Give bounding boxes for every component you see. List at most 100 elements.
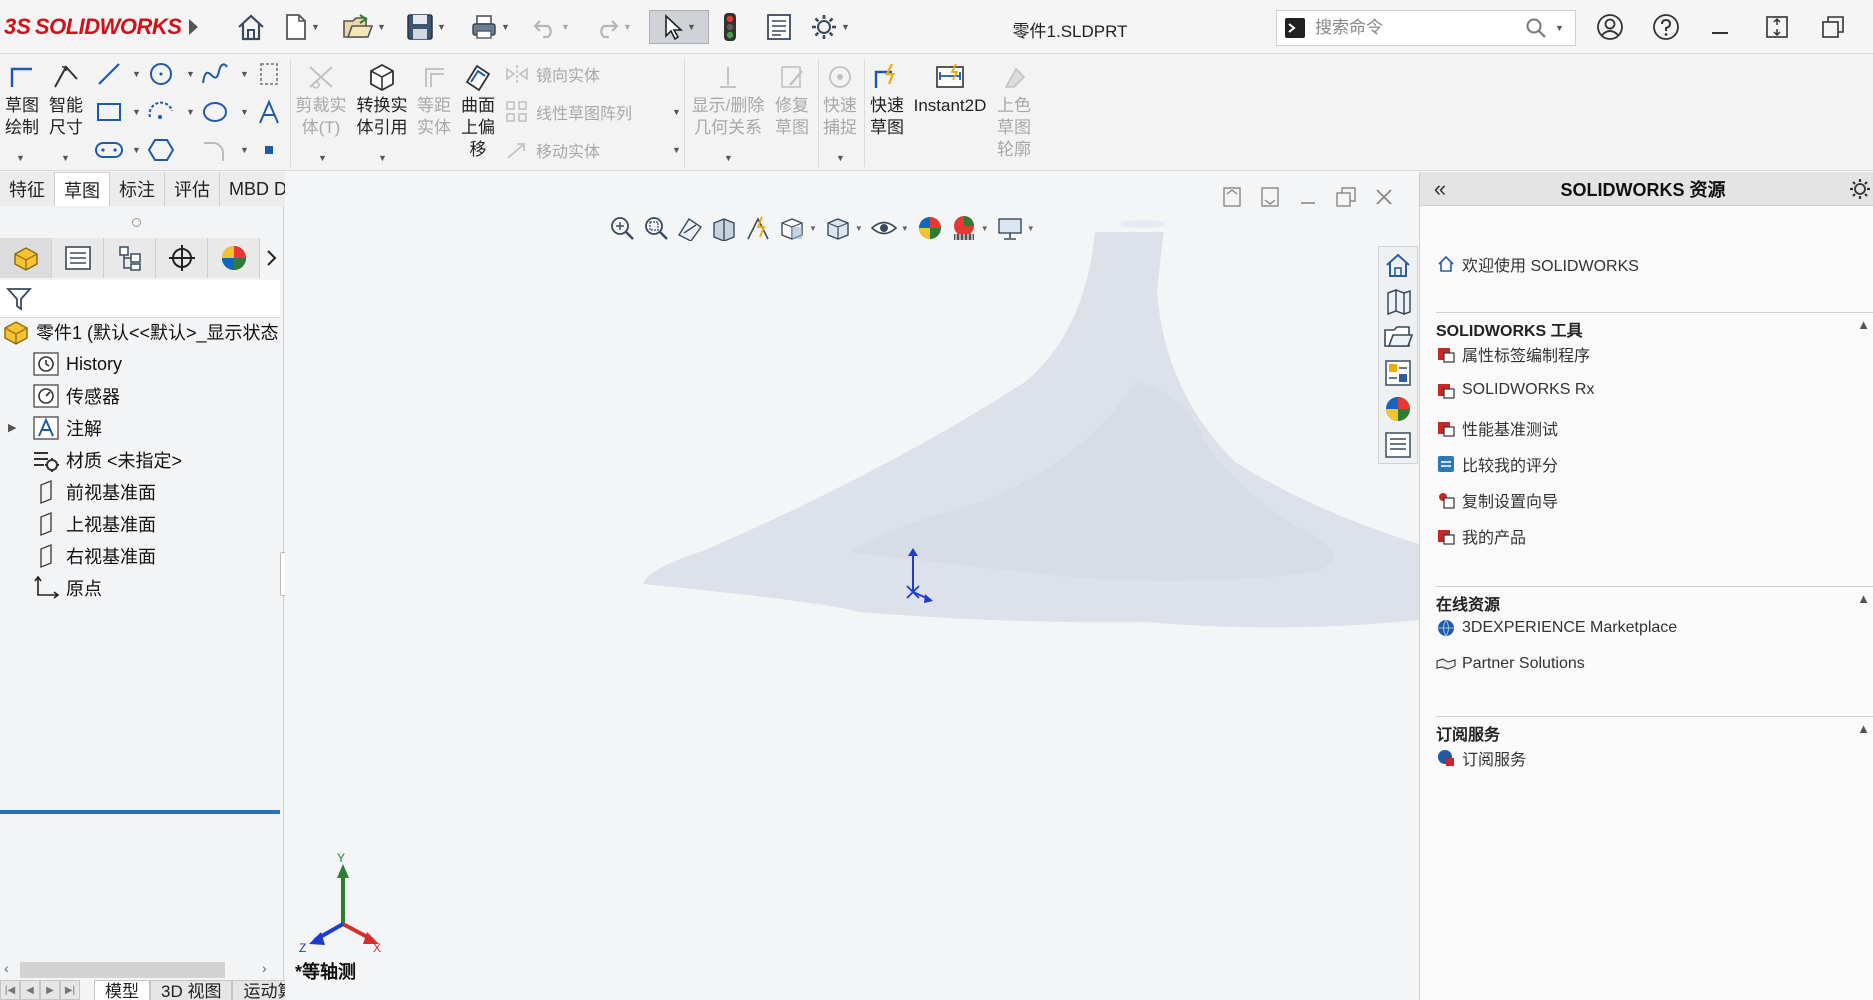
- minimize-icon[interactable]: [1708, 10, 1732, 44]
- new-document-button[interactable]: ▼: [284, 10, 320, 44]
- subscription-link[interactable]: 订阅服务: [1436, 746, 1526, 770]
- sketch-button[interactable]: 草图 绘制: [2, 61, 42, 139]
- model-view[interactable]: [285, 172, 1419, 1000]
- chevron-down-icon[interactable]: ▼: [855, 224, 863, 233]
- tree-item-annotations[interactable]: ▶ 注解: [8, 414, 102, 442]
- print-button[interactable]: ▼: [470, 10, 510, 44]
- chevron-down-icon[interactable]: ▼: [901, 224, 909, 233]
- solidworks-resources-tab[interactable]: [1379, 247, 1417, 283]
- chevron-down-icon[interactable]: ▼: [378, 153, 387, 163]
- command-tab[interactable]: 评估: [165, 172, 220, 206]
- search-input[interactable]: [1315, 18, 1525, 38]
- online-section-header[interactable]: 在线资源 ▲: [1436, 586, 1873, 615]
- chevron-down-icon[interactable]: ▼: [981, 224, 989, 233]
- chevron-down-icon[interactable]: ▼: [687, 22, 696, 32]
- chevron-down-icon[interactable]: ▼: [672, 145, 681, 155]
- chevron-down-icon[interactable]: ▼: [561, 22, 570, 32]
- dynamic-annotation-icon[interactable]: [741, 212, 775, 244]
- trim-entities-button[interactable]: 剪裁实 体(T): [294, 61, 348, 139]
- expand-arrow-icon[interactable]: ▶: [8, 421, 16, 434]
- instant2d-button[interactable]: Instant2D: [912, 61, 988, 117]
- last-tab-icon[interactable]: ▶|: [60, 980, 80, 1000]
- chevron-up-icon[interactable]: ▲: [1857, 721, 1870, 736]
- gear-icon[interactable]: [1846, 175, 1873, 203]
- chevron-right-icon[interactable]: [260, 238, 282, 278]
- circle-icon[interactable]: [146, 59, 176, 89]
- tool-link[interactable]: 我的产品: [1436, 524, 1526, 548]
- pane-splitter-grip[interactable]: [132, 218, 141, 227]
- options-button[interactable]: ▼: [810, 10, 850, 44]
- command-tab[interactable]: 标注: [110, 172, 165, 206]
- chevron-down-icon[interactable]: ▼: [841, 22, 850, 32]
- prev-tab-icon[interactable]: ◀: [20, 980, 40, 1000]
- tree-item-material[interactable]: 材质 <未指定>: [32, 446, 182, 474]
- spline-icon[interactable]: [200, 59, 230, 89]
- text-icon[interactable]: [254, 97, 284, 127]
- scroll-left-icon[interactable]: ‹: [4, 960, 9, 976]
- construction-icon[interactable]: [254, 59, 284, 89]
- apply-scene-icon[interactable]: [947, 212, 981, 244]
- save-button[interactable]: ▼: [406, 10, 446, 44]
- tree-item-history[interactable]: History: [32, 350, 122, 378]
- help-icon[interactable]: [1652, 10, 1680, 44]
- chevron-down-icon[interactable]: ▼: [132, 69, 141, 79]
- collapse-pane-icon[interactable]: «: [1420, 176, 1460, 202]
- solidworks-logo[interactable]: 3S SOLIDWORKS: [4, 12, 182, 42]
- offset-on-surface-button[interactable]: 曲面 上偏 移: [458, 61, 498, 161]
- tool-link[interactable]: 比较我的评分: [1436, 452, 1558, 476]
- chevron-down-icon[interactable]: ▼: [623, 22, 632, 32]
- subscription-section-header[interactable]: 订阅服务 ▲: [1436, 716, 1873, 745]
- user-account-icon[interactable]: [1596, 10, 1624, 44]
- tree-filter[interactable]: [0, 280, 280, 318]
- tab-3d-view[interactable]: 3D 视图: [150, 980, 233, 1000]
- view-palette-tab[interactable]: [1379, 355, 1417, 391]
- graphics-area[interactable]: ▼ ▼ ▼ ▼ ▼ Y X Z *等轴测: [285, 172, 1419, 1000]
- rectangle-icon[interactable]: [94, 97, 124, 127]
- chevron-down-icon[interactable]: ▼: [318, 153, 327, 163]
- undo-button[interactable]: ▼: [532, 10, 570, 44]
- zoom-to-area-icon[interactable]: [639, 212, 673, 244]
- rapid-sketch-button[interactable]: 快速 草图: [866, 61, 908, 139]
- chevron-down-icon[interactable]: ▼: [1027, 224, 1035, 233]
- rebuild-button[interactable]: [722, 10, 738, 44]
- smart-dimension-button[interactable]: 智能 尺寸: [46, 61, 86, 139]
- dimxpert-manager-tab[interactable]: [156, 238, 208, 278]
- tree-root-part[interactable]: 零件1 (默认<<默认>_显示状态: [2, 318, 279, 346]
- chevron-down-icon[interactable]: ▼: [311, 22, 320, 32]
- view-settings-icon[interactable]: [993, 212, 1027, 244]
- tools-section-header[interactable]: SOLIDWORKS 工具 ▲: [1436, 312, 1873, 341]
- tree-item-front-plane[interactable]: 前视基准面: [32, 478, 156, 506]
- property-manager-tab[interactable]: [52, 238, 104, 278]
- file-explorer-tab[interactable]: [1379, 319, 1417, 355]
- design-library-tab[interactable]: [1379, 283, 1417, 319]
- hide-show-items-icon[interactable]: [867, 212, 901, 244]
- tree-item-sensors[interactable]: 传感器: [32, 382, 120, 410]
- tool-link[interactable]: SOLIDWORKS Rx: [1436, 380, 1594, 400]
- slot-icon[interactable]: [94, 135, 124, 165]
- next-tab-icon[interactable]: ▶: [40, 980, 60, 1000]
- chevron-down-icon[interactable]: ▼: [377, 22, 386, 32]
- custom-properties-tab[interactable]: [1379, 427, 1417, 463]
- section-view-icon[interactable]: [707, 212, 741, 244]
- expand-menu-icon[interactable]: [186, 10, 200, 44]
- shaded-sketch-contours-button[interactable]: 上色 草图 轮廓: [994, 61, 1034, 161]
- chevron-up-icon[interactable]: ▲: [1857, 317, 1870, 332]
- tab-model[interactable]: 模型: [94, 980, 150, 1000]
- tool-link[interactable]: 复制设置向导: [1436, 488, 1558, 512]
- configuration-manager-tab[interactable]: [104, 238, 156, 278]
- display-manager-tab[interactable]: [208, 238, 260, 278]
- viewport-maximize-icon[interactable]: [1333, 184, 1359, 210]
- viewport-minimize-icon[interactable]: [1295, 184, 1321, 210]
- welcome-link[interactable]: 欢迎使用 SOLIDWORKS: [1436, 252, 1639, 276]
- tree-item-right-plane[interactable]: 右视基准面: [32, 542, 156, 570]
- ellipse-icon[interactable]: [200, 97, 230, 127]
- tree-item-top-plane[interactable]: 上视基准面: [32, 510, 156, 538]
- chevron-down-icon[interactable]: ▼: [809, 224, 817, 233]
- chevron-down-icon[interactable]: ▼: [240, 107, 249, 117]
- chevron-down-icon[interactable]: ▼: [186, 107, 195, 117]
- polygon-icon[interactable]: [146, 135, 176, 165]
- convert-entities-button[interactable]: 转换实 体引用: [354, 61, 410, 139]
- linear-pattern-button[interactable]: 线性草图阵列: [504, 99, 632, 125]
- previous-view-icon[interactable]: [673, 212, 707, 244]
- open-button[interactable]: ▼: [342, 10, 386, 44]
